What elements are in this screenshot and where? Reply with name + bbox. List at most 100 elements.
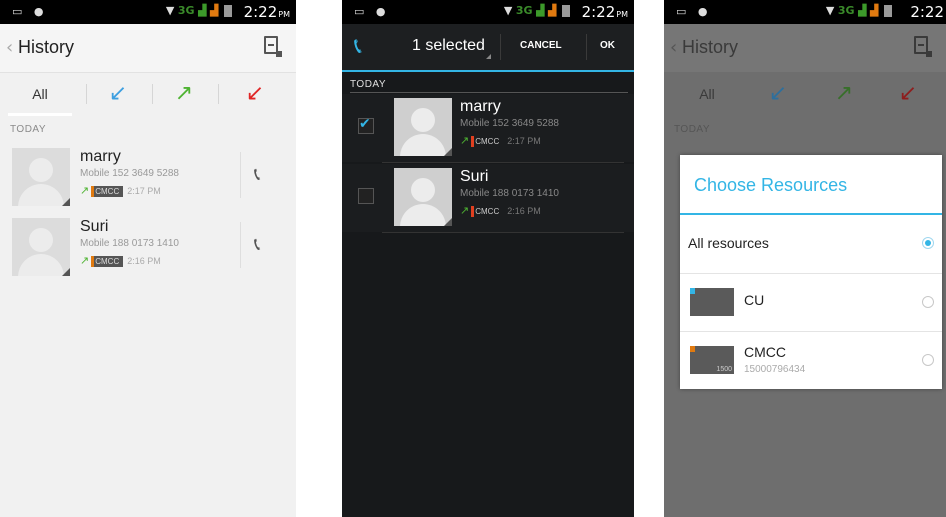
back-icon: ‹: [670, 37, 678, 58]
call-time: 2:16 PM: [127, 256, 161, 266]
contact-name: marry: [80, 148, 121, 165]
contact-name: Suri: [460, 168, 489, 185]
avatar: [394, 98, 452, 156]
avatar: [12, 218, 70, 276]
cancel-button[interactable]: CANCEL: [520, 40, 562, 51]
option-label: All resources: [688, 235, 769, 251]
incoming-calls-icon: ↙: [768, 81, 788, 106]
battery-icon: [562, 5, 570, 17]
divider: [382, 232, 624, 233]
phone-number: Mobile 152 3649 5288: [460, 118, 559, 129]
divider: [218, 84, 219, 104]
divider: [500, 34, 501, 60]
list-item[interactable]: marry Mobile 152 3649 5288 ↗ CMCC 2:17 PM …: [0, 144, 296, 212]
sim-badge: CMCC: [471, 136, 503, 147]
signal-icon: ▟: [536, 4, 545, 17]
sim-card-menu-icon[interactable]: [264, 36, 282, 58]
signal-icons: ▼ 3G ▟ ▟: [826, 4, 892, 17]
signal-icon: ▟: [198, 4, 207, 17]
sim-card-icon: [690, 288, 734, 316]
network-type-label: 3G: [177, 4, 195, 17]
action-bar: ‹ History: [0, 24, 296, 73]
contact-name: marry: [460, 98, 501, 115]
resource-dialog-screen: ▭ ● ▼ 3G ▟ ▟ 2:22 ‹ History All ↙ ↗ ↙ TO…: [664, 0, 946, 517]
notification-icons: ▭ ●: [676, 5, 712, 18]
signal-icon: ▟: [870, 4, 879, 17]
outgoing-call-icon: ↗: [460, 135, 470, 147]
battery-icon: [224, 5, 232, 17]
section-header: TODAY: [10, 124, 47, 135]
ok-button[interactable]: OK: [600, 40, 615, 51]
clock-ampm: PM: [278, 10, 290, 19]
divider: [382, 162, 624, 163]
option-all-resources[interactable]: All resources: [680, 215, 942, 273]
clock-time: 2:22: [910, 3, 944, 21]
list-item[interactable]: Suri Mobile 188 0173 1410 ↗ CMCC 2:16 PM: [342, 164, 634, 232]
sim-badge: CMCC: [91, 186, 124, 197]
sim-card-icon: 1500: [690, 346, 734, 374]
section-header: TODAY: [350, 79, 387, 90]
battery-icon: [884, 5, 892, 17]
network-type-label: 3G: [515, 4, 533, 17]
sim-badge: CMCC: [471, 206, 503, 217]
divider: [240, 152, 241, 198]
notification-icons: ▭ ●: [354, 5, 390, 18]
outgoing-calls-icon[interactable]: ↗: [156, 72, 212, 116]
phone-number: Mobile 152 3649 5288: [80, 168, 179, 179]
option-cmcc[interactable]: 1500 CMCC 15000796434: [680, 331, 942, 390]
call-meta: ↗ CMCC 2:16 PM: [460, 204, 541, 217]
selection-count-dropdown[interactable]: 1 selected: [412, 37, 491, 59]
call-time: 2:16 PM: [507, 206, 541, 216]
outgoing-call-icon: ↗: [80, 255, 90, 267]
call-meta: ↗ CMCC 2:16 PM: [80, 254, 161, 267]
signal-icon: ▟: [858, 4, 867, 17]
clock-time: 2:22: [243, 3, 278, 21]
filter-all[interactable]: All: [0, 72, 80, 116]
outgoing-call-icon: ↗: [80, 185, 90, 197]
signal-icons: ▼ 3G ▟ ▟: [504, 4, 570, 17]
clock: 2:22PM: [244, 3, 290, 21]
clock-ampm: PM: [616, 10, 628, 19]
divider: [350, 92, 628, 93]
divider: [240, 222, 241, 268]
status-bar: ▭ ● ▼ 3G ▟ ▟ 2:22PM: [342, 0, 634, 24]
incoming-calls-icon[interactable]: ↙: [90, 72, 146, 116]
phone-icon[interactable]: 📞︎: [254, 164, 260, 185]
selection-screen: ▭ ● ▼ 3G ▟ ▟ 2:22PM 📞︎ 1 selected CANCEL…: [342, 0, 634, 517]
sim-badge: CMCC: [91, 256, 124, 267]
option-label: CMCC: [744, 344, 786, 360]
list-item[interactable]: marry Mobile 152 3649 5288 ↗CMCC 2:17 PM: [342, 94, 634, 162]
call-type-filters: All ↙ ↗ ↙: [0, 72, 296, 116]
row-checkbox[interactable]: [358, 188, 374, 204]
signal-icon: ▟: [548, 4, 557, 17]
sim-card-menu-icon: [914, 36, 932, 58]
call-time: 2:17 PM: [507, 136, 541, 146]
dialog-title: Choose Resources: [694, 175, 848, 195]
page-title: History: [18, 37, 75, 57]
phone-icon[interactable]: 📞︎: [254, 234, 260, 255]
section-header: TODAY: [674, 124, 711, 135]
history-screen: ▭ ● ▼ 3G ▟ ▟ 2:22PM ‹ History All ↙ ↗ ↙ …: [0, 0, 296, 517]
missed-calls-icon: ↙: [898, 81, 918, 106]
radio-button[interactable]: [922, 354, 934, 366]
divider: [586, 34, 587, 60]
divider: [86, 84, 87, 104]
call-time: 2:17 PM: [127, 186, 161, 196]
missed-calls-icon[interactable]: ↙: [222, 72, 288, 116]
radio-button[interactable]: [922, 237, 934, 249]
clock-time: 2:22: [581, 3, 616, 21]
back-icon[interactable]: ‹: [6, 37, 13, 58]
sim-card-number: 1500: [716, 366, 732, 373]
contact-name: Suri: [80, 218, 109, 235]
status-bar: ▭ ● ▼ 3G ▟ ▟ 2:22PM: [0, 0, 296, 24]
radio-button[interactable]: [922, 296, 934, 308]
list-item[interactable]: Suri Mobile 188 0173 1410 ↗ CMCC 2:16 PM 📞…: [0, 214, 296, 282]
wifi-icon: ▼: [503, 4, 513, 17]
option-cu[interactable]: CU: [680, 273, 942, 332]
network-type-label: 3G: [837, 4, 855, 17]
clock: 2:22: [910, 3, 944, 21]
status-bar: ▭ ● ▼ 3G ▟ ▟ 2:22: [664, 0, 946, 24]
row-checkbox[interactable]: [358, 116, 374, 134]
contextual-action-bar: 📞︎ 1 selected CANCEL OK: [342, 24, 634, 72]
action-bar: ‹ History: [664, 24, 946, 72]
